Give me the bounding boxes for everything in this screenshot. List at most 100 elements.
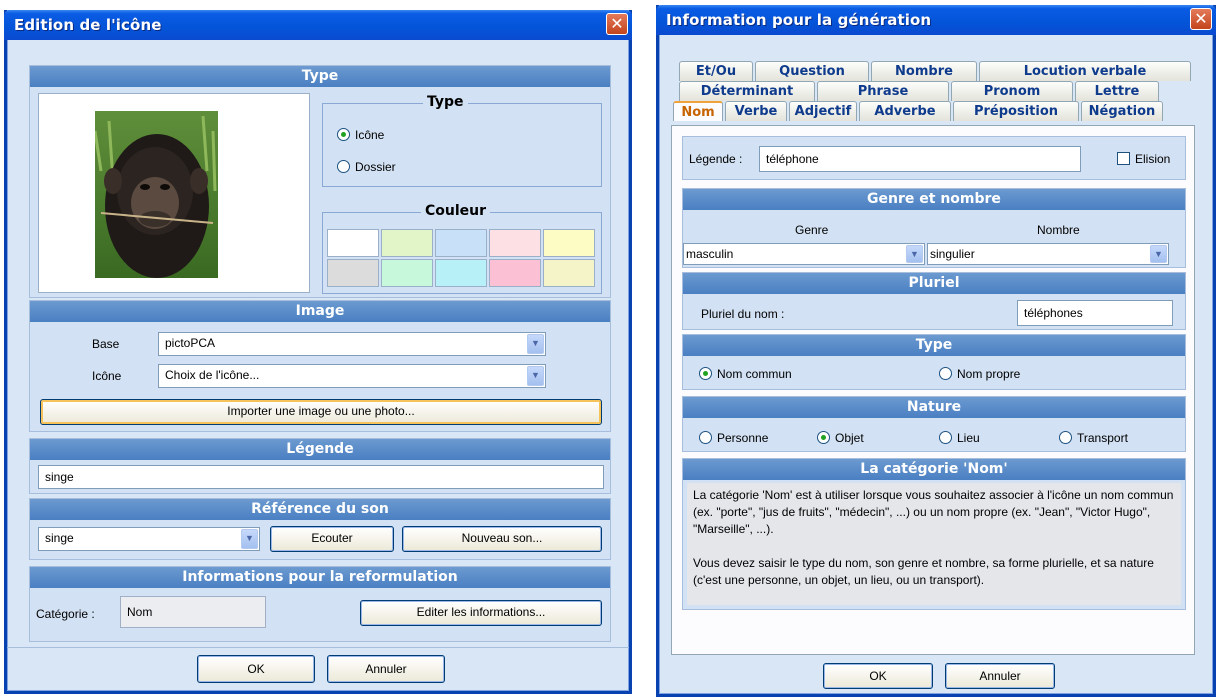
legende-row: Légende : téléphone Elision — [682, 136, 1186, 180]
ok-button[interactable]: OK — [197, 655, 315, 683]
tab-nombre[interactable]: Nombre — [871, 61, 977, 81]
radio-dossier[interactable] — [337, 160, 350, 173]
close-button[interactable]: ✕ — [606, 13, 628, 35]
genre-select-value: masculin — [686, 247, 734, 261]
genre-select[interactable]: masculin ▼ — [683, 243, 925, 265]
tab-locution-verbale[interactable]: Locution verbale — [979, 61, 1191, 81]
color-swatch[interactable] — [435, 259, 487, 287]
tab-d-terminant[interactable]: Déterminant — [679, 81, 815, 101]
edit-info-button[interactable]: Editer les informations... — [360, 600, 602, 626]
categorie-description: La catégorie 'Nom' est à utiliser lorsqu… — [687, 483, 1181, 605]
tab-adjectif[interactable]: Adjectif — [789, 101, 857, 121]
radio-nom-propre-label: Nom propre — [957, 367, 1021, 381]
color-group-title: Couleur — [421, 203, 491, 219]
icon-preview — [38, 93, 310, 293]
color-swatch[interactable] — [435, 229, 487, 257]
tab-phrase[interactable]: Phrase — [817, 81, 949, 101]
color-swatch[interactable] — [489, 229, 541, 257]
image-panel-header: Image — [30, 301, 610, 322]
pluriel-input[interactable]: téléphones — [1017, 300, 1173, 326]
nature-panel: Nature Personne Objet Lieu Transport — [682, 396, 1186, 452]
elision-label: Elision — [1135, 152, 1171, 166]
chevron-down-icon[interactable]: ▼ — [1150, 245, 1167, 263]
tab-pr-position[interactable]: Préposition — [953, 101, 1079, 121]
elision-checkbox[interactable] — [1117, 152, 1130, 165]
legende-panel-header: Légende — [30, 439, 610, 460]
radio-dossier-label: Dossier — [355, 160, 396, 174]
radio-nom-commun-label: Nom commun — [717, 367, 792, 381]
pluriel-panel: Pluriel Pluriel du nom : téléphones — [682, 272, 1186, 330]
tab-content: Légende : téléphone Elision Genre et nom… — [671, 125, 1195, 655]
son-select-value: singe — [45, 531, 74, 545]
image-panel: Image Base pictoPCA ▼ Icône Choix de l'i… — [29, 300, 611, 432]
listen-button[interactable]: Ecouter — [270, 526, 394, 552]
base-select[interactable]: pictoPCA ▼ — [158, 332, 546, 356]
type-group: Type Icône Dossier — [322, 94, 602, 187]
ok-button[interactable]: OK — [823, 663, 933, 689]
dialog-title: Information pour la génération ✕ — [656, 5, 1216, 35]
chevron-down-icon[interactable]: ▼ — [527, 366, 544, 386]
genre-label: Genre — [795, 223, 829, 237]
reformulation-panel: Informations pour la reformulation Catég… — [29, 566, 611, 642]
chimpanzee-image — [95, 111, 218, 278]
radio-icone[interactable] — [337, 128, 350, 141]
radio-objet[interactable] — [817, 431, 830, 444]
genre-nombre-header: Genre et nombre — [683, 189, 1185, 210]
generation-info-dialog: Information pour la génération ✕ Et/Ou Qu… — [656, 5, 1216, 697]
radio-objet-label: Objet — [835, 431, 864, 445]
dialog-title: Edition de l'icône ✕ — [4, 10, 632, 40]
radio-personne[interactable] — [699, 431, 712, 444]
category-value: Nom — [120, 596, 266, 628]
radio-transport-label: Transport — [1077, 431, 1128, 445]
tab-adverbe[interactable]: Adverbe — [859, 101, 951, 121]
categorie-header: La catégorie 'Nom' — [683, 459, 1185, 480]
category-label: Catégorie : — [36, 607, 95, 621]
legende-panel: Légende singe — [29, 438, 611, 494]
legende-input[interactable]: singe — [38, 465, 604, 489]
radio-lieu[interactable] — [939, 431, 952, 444]
radio-nom-commun[interactable] — [699, 367, 712, 380]
dialog-title-text: Information pour la génération — [666, 11, 932, 29]
cancel-button[interactable]: Annuler — [327, 655, 445, 683]
icone-select[interactable]: Choix de l'icône... ▼ — [158, 364, 546, 388]
left-footer-divider — [7, 647, 629, 648]
genre-nombre-panel: Genre et nombre Genre Nombre masculin ▼ … — [682, 188, 1186, 268]
import-image-button[interactable]: Importer une image ou une photo... — [40, 399, 602, 425]
son-select[interactable]: singe ▼ — [38, 527, 260, 551]
color-swatch[interactable] — [489, 259, 541, 287]
tab-verbe[interactable]: Verbe — [725, 101, 787, 121]
tab-question[interactable]: Question — [755, 61, 869, 81]
icone-select-value: Choix de l'icône... — [165, 368, 260, 382]
color-swatch[interactable] — [543, 259, 595, 287]
color-swatch[interactable] — [327, 259, 379, 287]
color-swatch[interactable] — [381, 229, 433, 257]
tab-n-gation[interactable]: Négation — [1081, 101, 1163, 121]
radio-lieu-label: Lieu — [957, 431, 980, 445]
chevron-down-icon[interactable]: ▼ — [906, 245, 923, 263]
radio-personne-label: Personne — [717, 431, 769, 445]
new-sound-button[interactable]: Nouveau son... — [402, 526, 602, 552]
tab-pronom[interactable]: Pronom — [951, 81, 1073, 101]
cancel-button[interactable]: Annuler — [945, 663, 1055, 689]
type-panel: Type Nom commun Nom propre — [682, 334, 1186, 390]
radio-transport[interactable] — [1059, 431, 1072, 444]
color-swatch[interactable] — [327, 229, 379, 257]
tab-lettre[interactable]: Lettre — [1075, 81, 1159, 101]
radio-nom-propre[interactable] — [939, 367, 952, 380]
pluriel-header: Pluriel — [683, 273, 1185, 294]
color-swatch[interactable] — [381, 259, 433, 287]
chevron-down-icon[interactable]: ▼ — [527, 334, 544, 354]
nombre-label: Nombre — [1037, 223, 1080, 237]
type-header: Type — [683, 335, 1185, 356]
legende-input[interactable]: téléphone — [759, 146, 1081, 172]
type-group-title: Type — [423, 94, 468, 110]
nombre-select[interactable]: singulier ▼ — [927, 243, 1169, 265]
dialog-title-text: Edition de l'icône — [14, 16, 162, 34]
chevron-down-icon[interactable]: ▼ — [241, 529, 258, 549]
color-swatch[interactable] — [543, 229, 595, 257]
close-button[interactable]: ✕ — [1190, 8, 1212, 30]
tab-nom[interactable]: Nom — [673, 101, 723, 121]
tab-et-ou[interactable]: Et/Ou — [679, 61, 753, 81]
radio-icone-label: Icône — [355, 128, 385, 142]
nombre-select-value: singulier — [930, 247, 975, 261]
